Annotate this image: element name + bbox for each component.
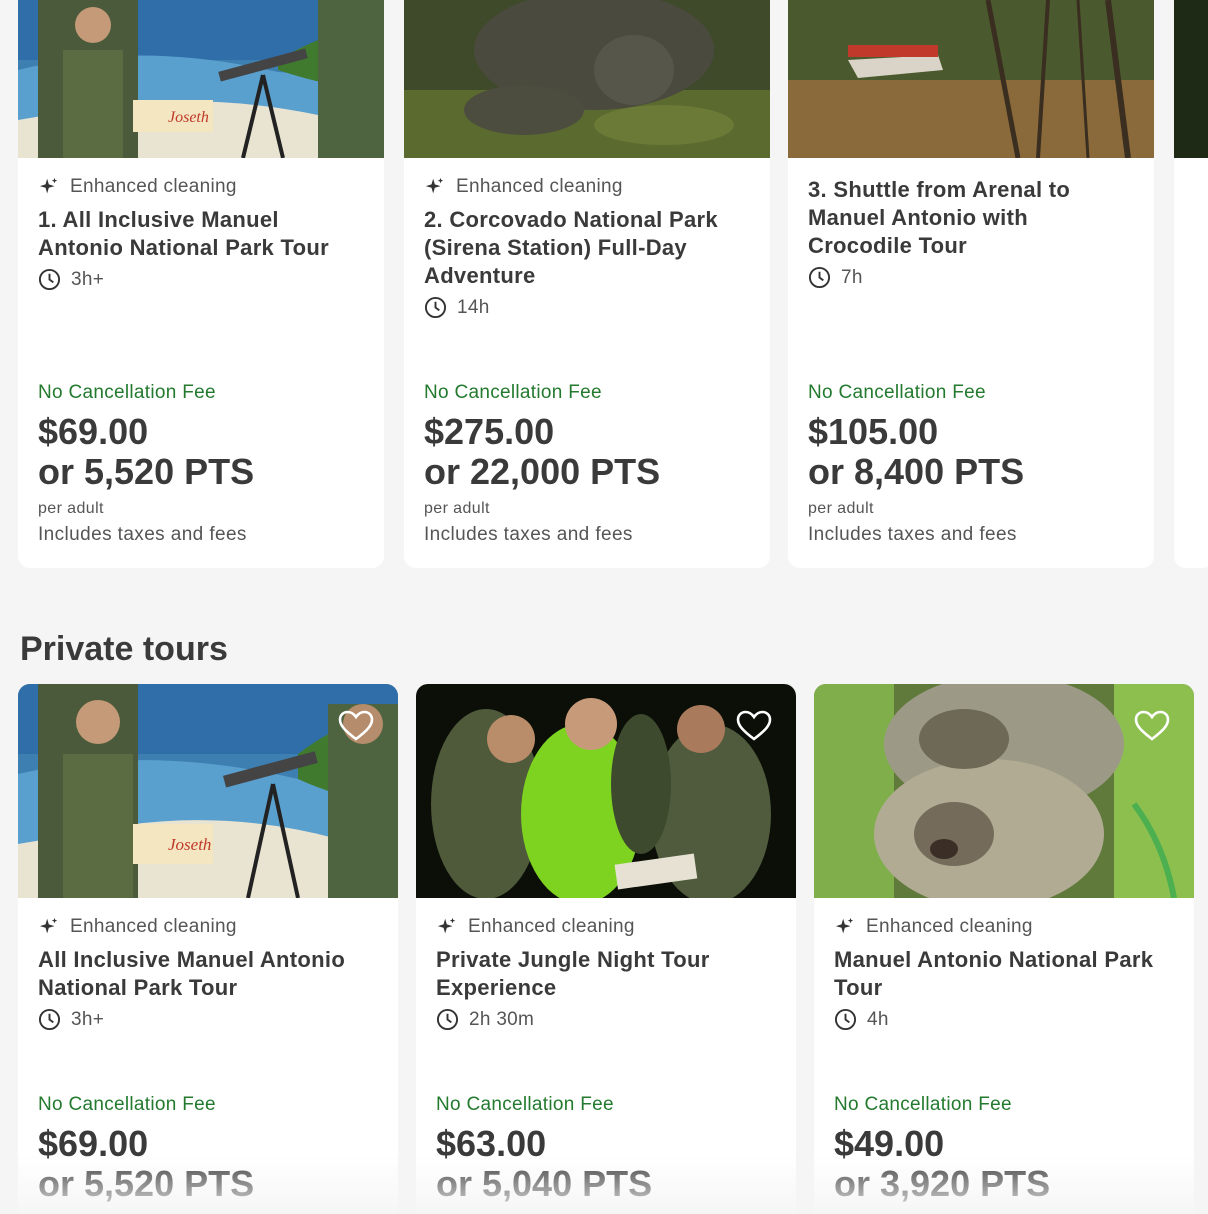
tour-duration: 7h [808, 266, 1138, 289]
price: $69.00 [38, 411, 149, 452]
clock-icon [38, 268, 61, 291]
clock-icon [436, 1008, 459, 1031]
duration-label: 3h+ [71, 1008, 105, 1030]
points-price: or 3,920 PTS [834, 1163, 1051, 1204]
tour-card[interactable]: Enhanced cleaning Private Jungle Night T… [416, 684, 796, 1214]
tour-duration: 14h [424, 296, 754, 319]
enhanced-cleaning-label: Enhanced cleaning [866, 916, 1033, 937]
tour-card[interactable]: Enhanced cleaning 2. Corcovado National … [404, 0, 770, 568]
heart-icon[interactable] [338, 710, 374, 742]
page: Joseth Enhanced cleaning 1. All Inclusiv… [0, 0, 1208, 1214]
clock-icon [424, 296, 447, 319]
tour-image: Joseth [18, 684, 398, 898]
tour-title[interactable]: Private Jungle Night Tour Experience [436, 946, 780, 1002]
price: $105.00 [808, 411, 939, 452]
heart-icon[interactable] [736, 710, 772, 742]
duration-label: 2h 30m [469, 1008, 535, 1030]
tour-duration: 3h+ [38, 1008, 382, 1031]
tour-image [416, 684, 796, 898]
enhanced-cleaning-label: Enhanced cleaning [468, 916, 635, 937]
sparkle-icon [835, 917, 854, 934]
duration-label: 14h [457, 296, 490, 318]
heart-icon[interactable] [1134, 710, 1170, 742]
tour-title[interactable]: 3. Shuttle from Arenal to Manuel Antonio… [808, 176, 1138, 260]
no-cancellation-label: No Cancellation Fee [424, 382, 602, 403]
clock-icon [808, 266, 831, 289]
per-adult-label: per adult [424, 500, 490, 517]
sparkle-icon [425, 177, 444, 194]
tour-title[interactable]: All Inclusive Manuel Antonio National Pa… [38, 946, 382, 1002]
points-price: or 22,000 PTS [424, 451, 661, 492]
points-price: or 5,520 PTS [38, 1163, 255, 1204]
tour-duration: 4h [834, 1008, 1178, 1031]
points-price: or 5,040 PTS [436, 1163, 653, 1204]
per-adult-label: per adult [38, 500, 104, 517]
duration-label: 4h [867, 1008, 889, 1030]
no-cancellation-label: No Cancellation Fee [38, 382, 216, 403]
enhanced-cleaning-badge: Enhanced cleaning [38, 916, 382, 938]
tour-image [814, 684, 1194, 898]
tour-duration: 2h 30m [436, 1008, 780, 1031]
enhanced-cleaning-label: Enhanced cleaning [70, 916, 237, 937]
enhanced-cleaning-label: Enhanced cleaning [70, 176, 237, 197]
duration-label: 7h [841, 266, 863, 288]
per-adult-label: per adult [808, 500, 874, 517]
price: $69.00 [38, 1123, 149, 1164]
points-price: or 5,520 PTS [38, 451, 255, 492]
svg-text:Joseth: Joseth [168, 835, 211, 854]
tour-image: Joseth [18, 0, 384, 158]
clock-icon [38, 1008, 61, 1031]
price: $275.00 [424, 411, 555, 452]
duration-label: 3h+ [71, 268, 105, 290]
taxes-label: Includes taxes and fees [808, 524, 1017, 545]
enhanced-cleaning-label: Enhanced cleaning [456, 176, 623, 197]
sparkle-icon [437, 917, 456, 934]
tour-card-partial[interactable] [1174, 0, 1208, 568]
taxes-label: Includes taxes and fees [38, 524, 247, 545]
tour-image [1174, 0, 1208, 158]
tour-card[interactable]: Joseth Enhanced cleaning All Inclusive M… [18, 684, 398, 1214]
clock-icon [834, 1008, 857, 1031]
tour-title[interactable]: 1. All Inclusive Manuel Antonio National… [38, 206, 368, 262]
tour-card[interactable]: Enhanced cleaning Manuel Antonio Nationa… [814, 684, 1194, 1214]
tour-title[interactable]: Manuel Antonio National Park Tour [834, 946, 1178, 1002]
points-price: or 8,400 PTS [808, 451, 1025, 492]
no-cancellation-label: No Cancellation Fee [808, 382, 986, 403]
section-title: Private tours [20, 630, 228, 668]
tour-title[interactable]: 2. Corcovado National Park (Sirena Stati… [424, 206, 754, 290]
no-cancellation-label: No Cancellation Fee [38, 1094, 216, 1115]
tour-card[interactable]: Joseth Enhanced cleaning 1. All Inclusiv… [18, 0, 384, 568]
price: $49.00 [834, 1123, 945, 1164]
tour-card[interactable]: 3. Shuttle from Arenal to Manuel Antonio… [788, 0, 1154, 568]
no-cancellation-label: No Cancellation Fee [834, 1094, 1012, 1115]
sparkle-icon [39, 177, 58, 194]
enhanced-cleaning-badge: Enhanced cleaning [424, 176, 754, 198]
sparkle-icon [39, 917, 58, 934]
tour-duration: 3h+ [38, 268, 368, 291]
tour-image [404, 0, 770, 158]
enhanced-cleaning-badge: Enhanced cleaning [436, 916, 780, 938]
taxes-label: Includes taxes and fees [424, 524, 633, 545]
enhanced-cleaning-badge: Enhanced cleaning [38, 176, 368, 198]
svg-text:Joseth: Joseth [168, 109, 209, 126]
enhanced-cleaning-badge: Enhanced cleaning [834, 916, 1178, 938]
no-cancellation-label: No Cancellation Fee [436, 1094, 614, 1115]
tour-image [788, 0, 1154, 158]
price: $63.00 [436, 1123, 547, 1164]
